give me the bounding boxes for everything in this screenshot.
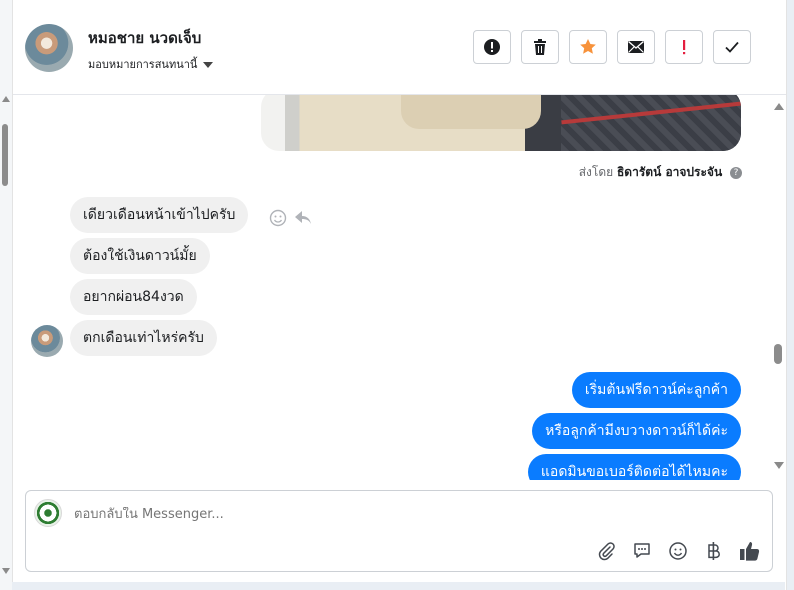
scroll-thumb[interactable]	[774, 344, 782, 364]
trash-icon	[534, 39, 546, 55]
incoming-message[interactable]: อยากผ่อน84งวด	[70, 279, 197, 315]
contact-avatar-small[interactable]	[31, 325, 63, 357]
left-scrollbar[interactable]	[0, 0, 12, 590]
envelope-icon	[628, 40, 644, 53]
reply-composer	[25, 490, 773, 572]
assign-label: มอบหมายการสนทนานี้	[88, 58, 198, 71]
mark-unread-button[interactable]	[617, 30, 655, 64]
alert-circle-icon	[484, 39, 500, 55]
help-icon[interactable]: ?	[730, 166, 742, 179]
scroll-thumb[interactable]	[2, 124, 8, 186]
reply-icon[interactable]	[293, 209, 313, 227]
like-button[interactable]	[738, 539, 762, 563]
scroll-down-arrow[interactable]	[774, 462, 784, 469]
scroll-up-arrow[interactable]	[2, 96, 10, 102]
outgoing-message[interactable]: แอดมินขอเบอร์ติดต่อได้ไหมคะ	[527, 454, 741, 480]
outgoing-message[interactable]: เริ่มต้นฟรีดาวน์ค่ะลูกค้า	[571, 372, 741, 408]
mark-done-button[interactable]	[713, 30, 751, 64]
saved-replies-button[interactable]	[630, 539, 654, 563]
emoji-button[interactable]	[666, 539, 690, 563]
follow-up-button[interactable]	[665, 30, 703, 64]
speech-bubble-icon	[634, 543, 650, 558]
scroll-up-arrow[interactable]	[774, 103, 784, 110]
payment-button[interactable]	[702, 539, 726, 563]
assign-conversation-dropdown[interactable]: มอบหมายการสนทนานี้	[88, 55, 214, 73]
chevron-down-icon	[203, 62, 214, 68]
paperclip-icon	[598, 542, 615, 561]
sent-by-label: ส่งโดย ธิดารัตน์ อาจประจัน ?	[579, 163, 742, 182]
outgoing-message[interactable]: หรือลูกค้ามีงบวางดาวน์ก็ได้ค่ะ	[532, 413, 741, 449]
mark-spam-button[interactable]	[473, 30, 511, 64]
baht-icon	[708, 542, 720, 560]
conversation-panel: หมอชาย นวดเจ็บ มอบหมายการสนทนานี้ ส่งโดย…	[12, 0, 787, 590]
message-photo[interactable]	[261, 95, 741, 151]
star-button[interactable]	[569, 30, 607, 64]
star-icon	[580, 39, 596, 54]
emoji-reaction-icon[interactable]	[269, 209, 287, 227]
message-thread[interactable]: ส่งโดย ธิดารัตน์ อาจประจัน ? เดียวเดือนห…	[13, 95, 786, 480]
checkmark-icon	[725, 41, 739, 53]
thread-scrollbar[interactable]	[771, 95, 785, 480]
thumbs-up-icon	[740, 542, 760, 561]
scroll-down-arrow[interactable]	[2, 568, 10, 574]
exclamation-icon	[683, 40, 686, 55]
incoming-message[interactable]: ต้องใช้เงินดาวน์มั้ย	[70, 238, 210, 274]
delete-button[interactable]	[521, 30, 559, 64]
contact-name[interactable]: หมอชาย นวดเจ็บ	[88, 26, 201, 50]
reply-input[interactable]	[74, 507, 574, 522]
smiley-icon	[669, 542, 687, 560]
conversation-header: หมอชาย นวดเจ็บ มอบหมายการสนทนานี้	[13, 0, 786, 95]
page-avatar	[34, 499, 62, 527]
sent-by-prefix: ส่งโดย	[578, 165, 614, 179]
incoming-message[interactable]: เดียวเดือนหน้าเข้าไปครับ	[70, 197, 249, 233]
message-tools	[269, 209, 313, 227]
composer-tools	[594, 539, 762, 563]
window-bottom-edge	[12, 582, 785, 590]
contact-avatar[interactable]	[25, 24, 73, 72]
sent-by-name[interactable]: ธิดารัตน์ อาจประจัน	[617, 165, 722, 179]
incoming-message[interactable]: ตกเดือนเท่าไหร่ครับ	[70, 320, 217, 356]
attachment-button[interactable]	[594, 539, 618, 563]
